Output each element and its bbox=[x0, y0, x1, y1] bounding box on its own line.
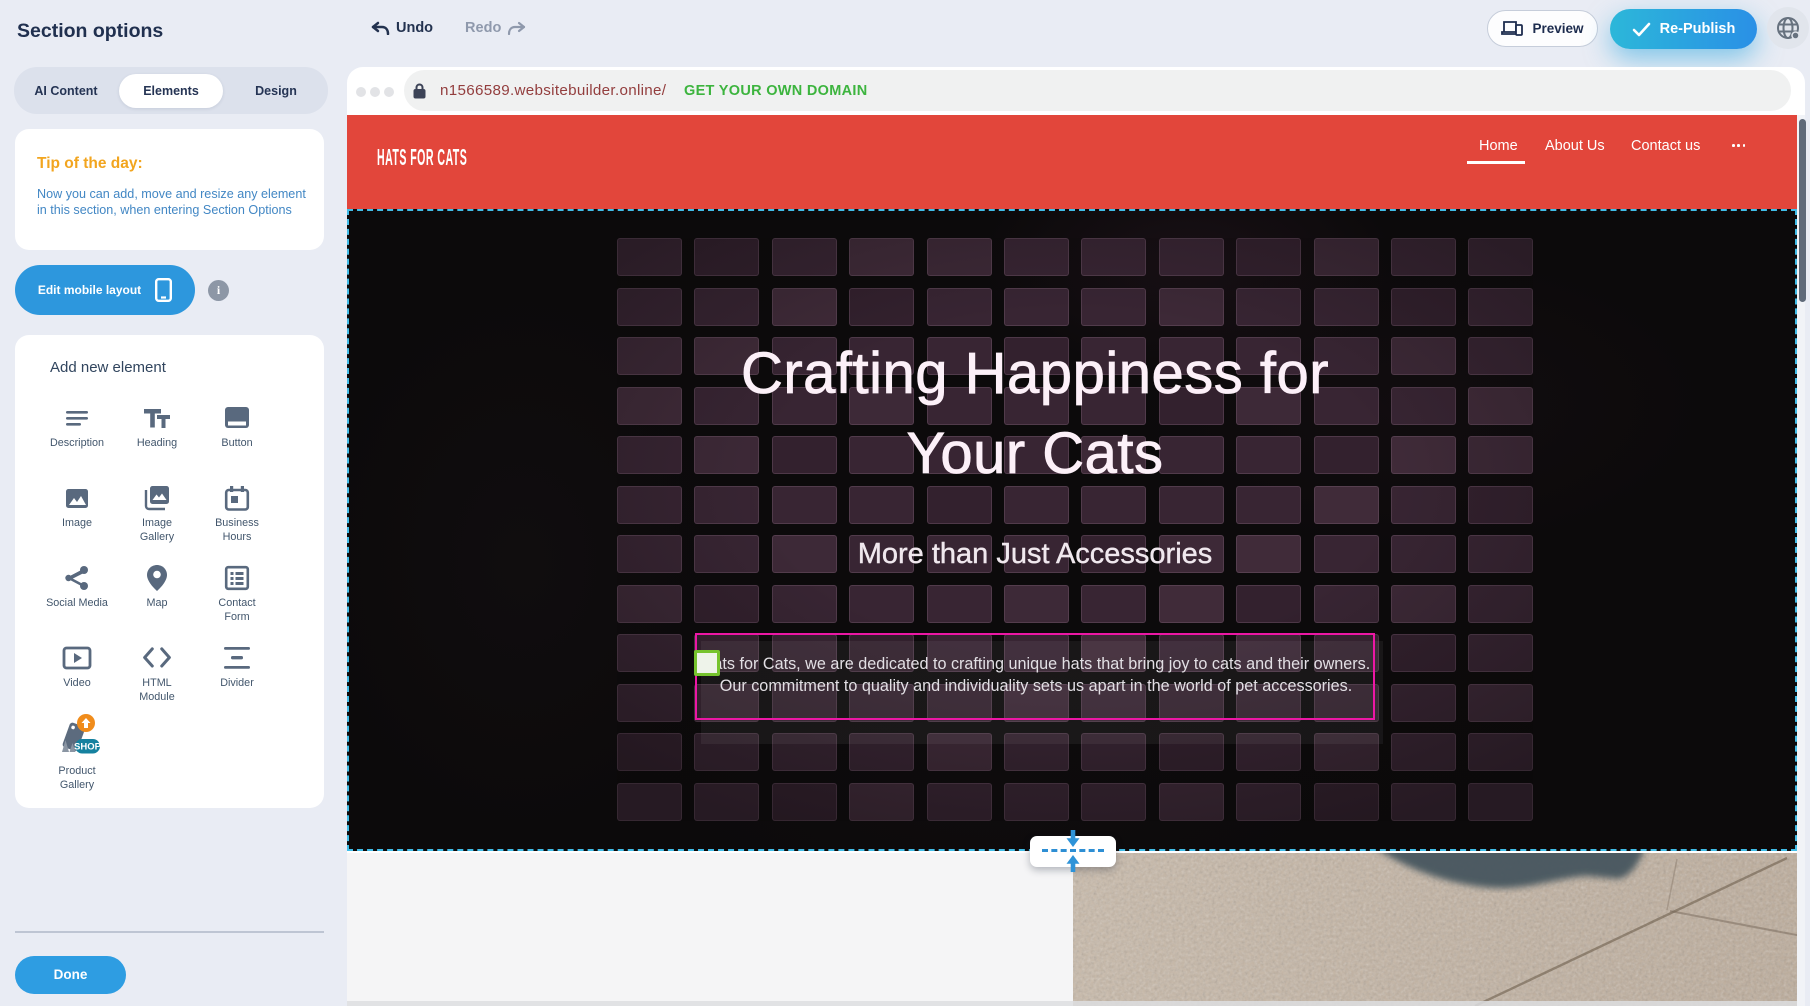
svg-text:SHOP: SHOP bbox=[74, 742, 101, 753]
